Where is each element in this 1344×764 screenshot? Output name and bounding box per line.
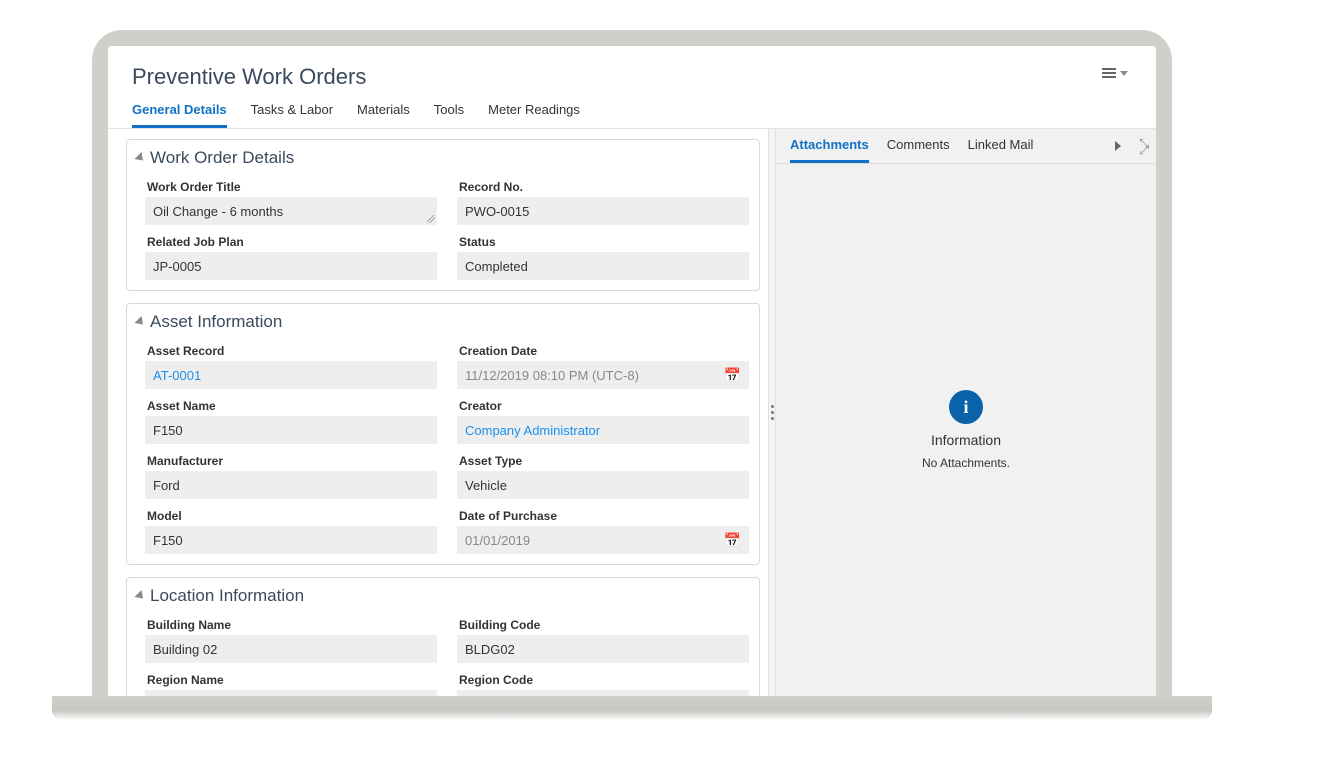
tab-meter-readings[interactable]: Meter Readings xyxy=(488,102,580,128)
hamburger-icon xyxy=(1102,68,1116,78)
creator-link[interactable]: Company Administrator xyxy=(457,416,749,444)
section-toggle-asset[interactable]: Asset Information xyxy=(127,304,759,338)
pane-splitter[interactable] xyxy=(768,129,776,696)
resize-handle-icon[interactable] xyxy=(427,215,435,223)
main-tabs: General Details Tasks & Labor Materials … xyxy=(108,90,1156,129)
content-split: Work Order Details Work Order Title Oil … xyxy=(108,129,1156,696)
field-text: Oil Change - 6 months xyxy=(153,204,283,219)
collapse-icon xyxy=(134,152,146,164)
field-label: Building Name xyxy=(147,618,437,632)
right-panel: Attachments Comments Linked Mail ⤡⤢ i In… xyxy=(776,129,1156,696)
calendar-icon[interactable]: 📅 xyxy=(724,367,741,384)
field-label: Asset Type xyxy=(459,454,749,468)
field-label: Manufacturer xyxy=(147,454,437,468)
manufacturer-input[interactable]: Ford xyxy=(145,471,437,499)
field-label: Status xyxy=(459,235,749,249)
asset-name-input[interactable]: F150 xyxy=(145,416,437,444)
field-creator: Creator Company Administrator xyxy=(457,393,749,444)
work-order-title-input[interactable]: Oil Change - 6 months xyxy=(145,197,437,225)
date-of-purchase-input[interactable]: 01/01/2019 📅 xyxy=(457,526,749,554)
building-name-input[interactable]: Building 02 xyxy=(145,635,437,663)
record-no-input[interactable]: PWO-0015 xyxy=(457,197,749,225)
field-text: 01/01/2019 xyxy=(465,533,530,548)
field-label: Date of Purchase xyxy=(459,509,749,523)
collapse-icon xyxy=(134,316,146,328)
related-job-plan-input[interactable]: JP-0005 xyxy=(145,252,437,280)
field-text: 11/12/2019 08:10 PM (UTC-8) xyxy=(465,368,639,383)
section-title: Work Order Details xyxy=(150,148,294,168)
status-input[interactable]: Completed xyxy=(457,252,749,280)
field-label: Work Order Title xyxy=(147,180,437,194)
field-label: Record No. xyxy=(459,180,749,194)
field-status: Status Completed xyxy=(457,229,749,280)
field-building-code: Building Code BLDG02 xyxy=(457,612,749,663)
right-tabs-row: Attachments Comments Linked Mail ⤡⤢ xyxy=(776,129,1156,164)
building-code-input[interactable]: BLDG02 xyxy=(457,635,749,663)
field-label: Asset Name xyxy=(147,399,437,413)
asset-record-link[interactable]: AT-0001 xyxy=(145,361,437,389)
attachments-empty-state: i Information No Attachments. xyxy=(776,164,1156,696)
field-label: Model xyxy=(147,509,437,523)
section-location-information: Location Information Building Name Build… xyxy=(126,577,760,696)
tab-comments[interactable]: Comments xyxy=(887,137,950,163)
field-building-name: Building Name Building 02 xyxy=(145,612,437,663)
page-header: Preventive Work Orders xyxy=(108,46,1156,90)
section-asset-information: Asset Information Asset Record AT-0001 C… xyxy=(126,303,760,565)
field-asset-type: Asset Type Vehicle xyxy=(457,448,749,499)
tab-tools[interactable]: Tools xyxy=(434,102,464,128)
field-asset-record: Asset Record AT-0001 xyxy=(145,338,437,389)
tab-attachments[interactable]: Attachments xyxy=(790,137,869,163)
header-menu-button[interactable] xyxy=(1098,64,1132,82)
tabs-scroll-right-button[interactable] xyxy=(1115,141,1121,151)
tab-materials[interactable]: Materials xyxy=(357,102,410,128)
field-region-name: Region Name xyxy=(145,667,437,696)
tab-linked-mail[interactable]: Linked Mail xyxy=(968,137,1034,163)
section-toggle-location[interactable]: Location Information xyxy=(127,578,759,612)
field-manufacturer: Manufacturer Ford xyxy=(145,448,437,499)
info-icon: i xyxy=(949,390,983,424)
field-label: Asset Record xyxy=(147,344,437,358)
field-region-code: Region Code xyxy=(457,667,749,696)
device-base xyxy=(52,696,1212,720)
field-label: Creation Date xyxy=(459,344,749,358)
chevron-down-icon xyxy=(1120,71,1128,76)
field-label: Related Job Plan xyxy=(147,235,437,249)
field-label: Region Code xyxy=(459,673,749,687)
info-message: No Attachments. xyxy=(922,456,1010,470)
page-title: Preventive Work Orders xyxy=(132,64,366,90)
field-label: Region Name xyxy=(147,673,437,687)
device-frame: Preventive Work Orders General Details T… xyxy=(92,30,1172,696)
section-title: Asset Information xyxy=(150,312,282,332)
field-creation-date: Creation Date 11/12/2019 08:10 PM (UTC-8… xyxy=(457,338,749,389)
field-related-job-plan: Related Job Plan JP-0005 xyxy=(145,229,437,280)
application-screen: Preventive Work Orders General Details T… xyxy=(108,46,1156,696)
splitter-handle-icon[interactable] xyxy=(771,405,774,420)
calendar-icon[interactable]: 📅 xyxy=(724,532,741,549)
field-asset-name: Asset Name F150 xyxy=(145,393,437,444)
tab-general-details[interactable]: General Details xyxy=(132,102,227,128)
info-heading: Information xyxy=(931,432,1001,448)
field-record-no: Record No. PWO-0015 xyxy=(457,174,749,225)
field-date-of-purchase: Date of Purchase 01/01/2019 📅 xyxy=(457,503,749,554)
expand-panel-button[interactable]: ⤡⤢ xyxy=(1139,140,1148,154)
collapse-icon xyxy=(134,590,146,602)
model-input[interactable]: F150 xyxy=(145,526,437,554)
form-scroll-pane[interactable]: Work Order Details Work Order Title Oil … xyxy=(108,129,768,696)
field-work-order-title: Work Order Title Oil Change - 6 months xyxy=(145,174,437,225)
field-label: Building Code xyxy=(459,618,749,632)
field-model: Model F150 xyxy=(145,503,437,554)
section-work-order-details: Work Order Details Work Order Title Oil … xyxy=(126,139,760,291)
asset-type-input[interactable]: Vehicle xyxy=(457,471,749,499)
creation-date-input[interactable]: 11/12/2019 08:10 PM (UTC-8) 📅 xyxy=(457,361,749,389)
section-title: Location Information xyxy=(150,586,304,606)
field-label: Creator xyxy=(459,399,749,413)
tab-tasks-labor[interactable]: Tasks & Labor xyxy=(251,102,333,128)
section-toggle-work-order[interactable]: Work Order Details xyxy=(127,140,759,174)
